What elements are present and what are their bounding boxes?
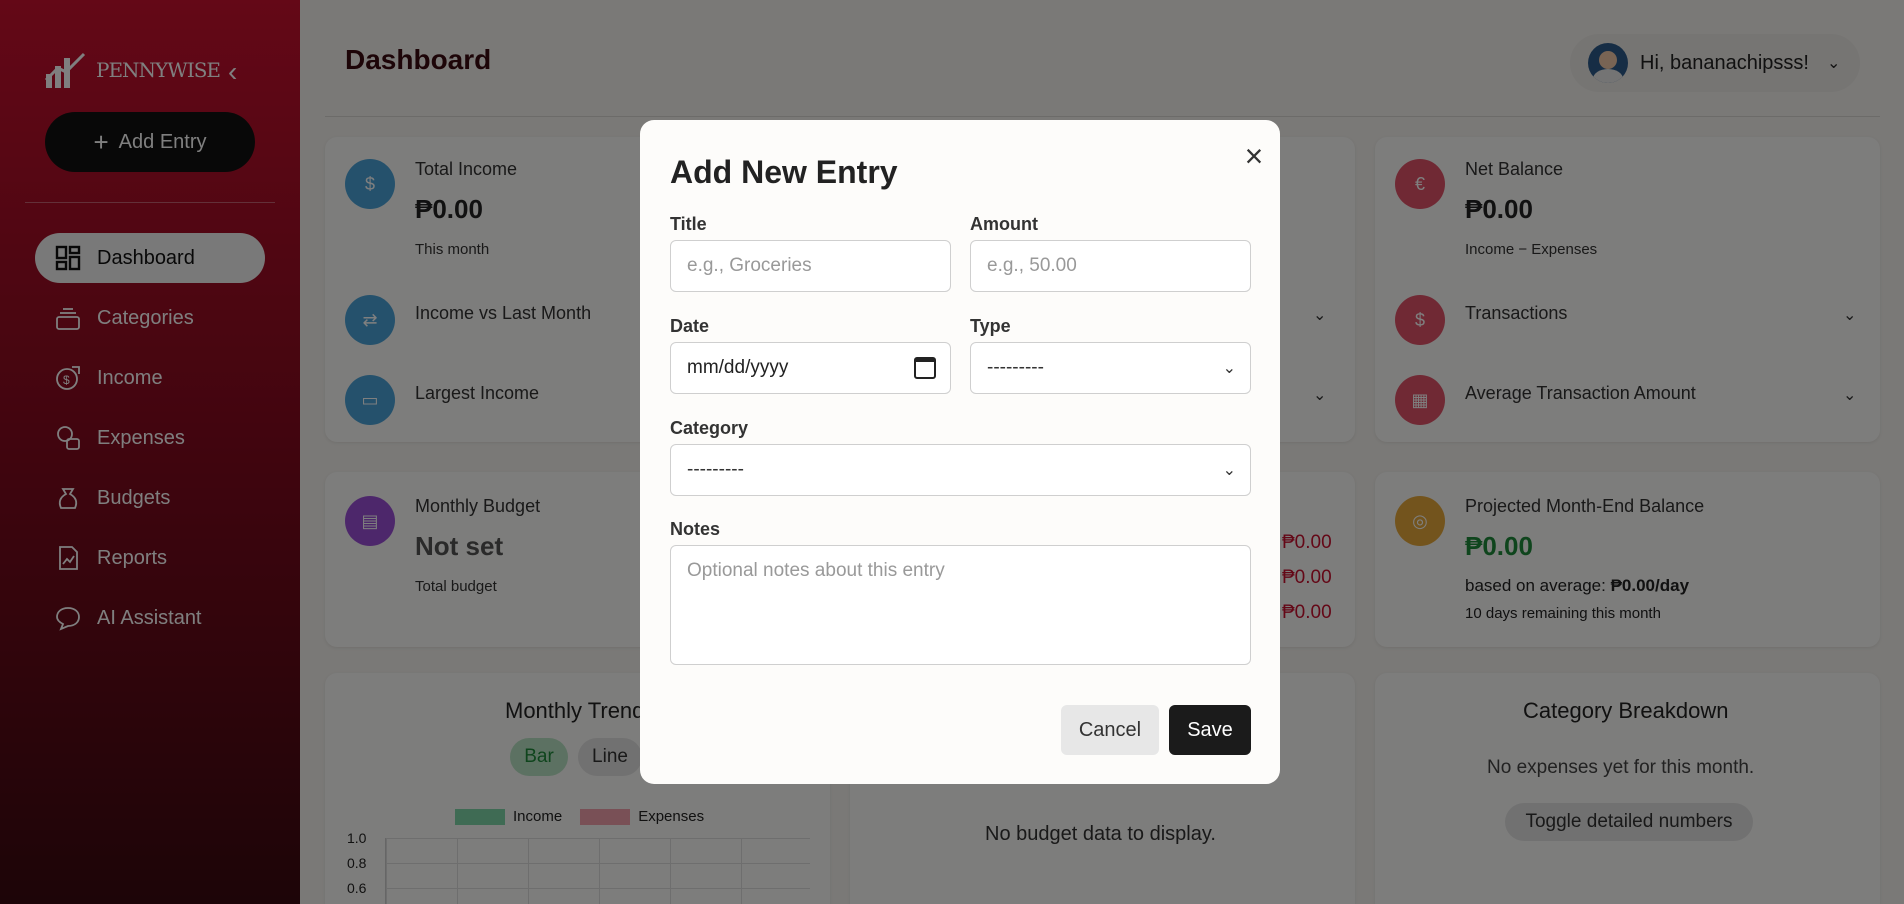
title-input[interactable] bbox=[687, 255, 950, 277]
notes-textarea[interactable] bbox=[687, 560, 1250, 650]
notes-label: Notes bbox=[670, 519, 721, 539]
date-placeholder: mm/dd/yyyy bbox=[687, 357, 789, 378]
type-selected-value: --------- bbox=[987, 357, 1044, 378]
amount-field[interactable] bbox=[970, 240, 1251, 292]
notes-field[interactable] bbox=[670, 545, 1251, 665]
type-select[interactable]: --------- ⌄ bbox=[970, 342, 1251, 394]
cancel-button[interactable]: Cancel bbox=[1061, 705, 1159, 755]
type-label: Type bbox=[970, 316, 1011, 336]
title-label: Title bbox=[670, 214, 707, 234]
date-label: Date bbox=[670, 316, 710, 336]
modal-title: Add New Entry bbox=[670, 154, 898, 190]
close-icon[interactable]: × bbox=[1236, 138, 1272, 174]
amount-label: Amount bbox=[970, 214, 1038, 234]
calendar-icon[interactable] bbox=[914, 357, 936, 379]
amount-input[interactable] bbox=[987, 255, 1250, 277]
chevron-down-icon: ⌄ bbox=[1222, 462, 1236, 479]
title-field[interactable] bbox=[670, 240, 951, 292]
add-entry-modal: Add New Entry × Title Amount Date mm/dd/… bbox=[640, 120, 1280, 784]
save-button[interactable]: Save bbox=[1169, 705, 1251, 755]
date-input[interactable]: mm/dd/yyyy bbox=[670, 342, 951, 394]
chevron-down-icon: ⌄ bbox=[1222, 360, 1236, 377]
category-selected-value: --------- bbox=[687, 459, 744, 480]
category-label: Category bbox=[670, 418, 749, 438]
category-select[interactable]: --------- ⌄ bbox=[670, 444, 1251, 496]
